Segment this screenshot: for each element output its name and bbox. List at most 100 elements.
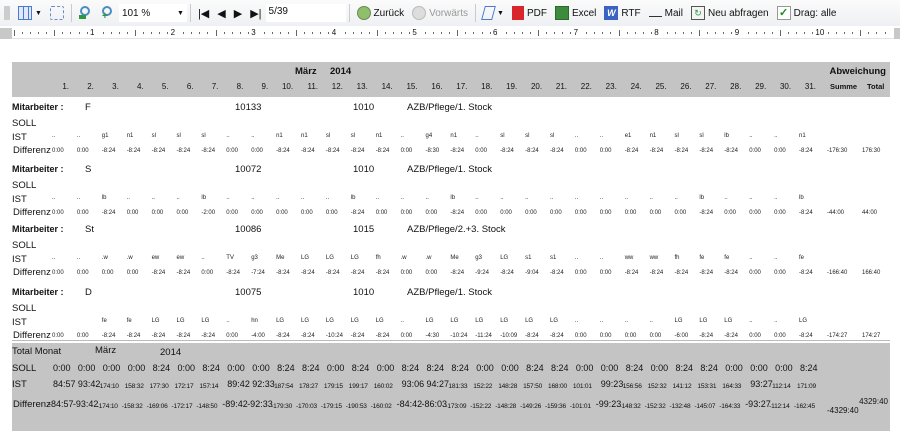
difference-cell: 0:00 [624, 210, 637, 216]
difference-cell: -4:30 [425, 333, 440, 339]
ruler-tick [167, 32, 169, 34]
ruler-tick [683, 32, 684, 34]
divider [12, 340, 890, 341]
print-button[interactable] [0, 2, 14, 24]
zoom-in-button[interactable]: + [97, 2, 119, 24]
zoom-out-button[interactable] [75, 2, 97, 24]
excel-button[interactable]: Excel [551, 2, 600, 24]
difference-cell: 0:00 [749, 210, 761, 216]
ruler-tick [271, 32, 273, 34]
ruler-tick [223, 32, 225, 34]
ruler-tick [876, 32, 878, 34]
total-soll-cell: 8:24 [625, 363, 644, 373]
totals-year: 2014 [160, 347, 182, 358]
printer-icon [4, 6, 10, 20]
day-header: 25. [655, 82, 667, 91]
total-ist-cell: 94:27 [426, 379, 450, 389]
total-difference-cell: -148:28 [495, 403, 517, 410]
deviation-heading: Abweichung [829, 66, 886, 77]
soll-label: SOLL [12, 180, 37, 191]
employee-id: 10072 [235, 164, 262, 175]
ist-label: IST [12, 194, 27, 205]
ist-label: IST [12, 317, 27, 328]
ist-cell: .. [76, 195, 81, 201]
ist-cell: lb [101, 195, 107, 201]
total-ist-cell: 93:27 [750, 379, 773, 389]
ist-cell: s1 [550, 255, 557, 261]
difference-cell: 0:00 [574, 148, 587, 154]
day-header: 18. [481, 82, 493, 91]
difference-cell: 0:00 [52, 148, 64, 154]
unit: AZB/Pflege/1. Stock [407, 102, 493, 113]
layout-dropdown[interactable]: ▼ [14, 2, 46, 24]
ist-cell: fe [126, 318, 132, 324]
forward-button[interactable]: Vorwärts [408, 2, 472, 24]
toolbar: ▼ + 101 % ▼ |◀ ◀ ▶ ▶| 5/39 Zurück Vorwärt… [0, 0, 900, 26]
difference-cell: -8:24 [550, 333, 564, 339]
ruler-tick [529, 32, 531, 34]
first-page-icon: |◀ [197, 7, 210, 20]
difference-cell: 0:00 [574, 333, 587, 339]
difference-cell: -8:24 [674, 148, 689, 154]
total-ist-cell: 99:23 [600, 379, 624, 389]
difference-cell: -8:24 [176, 333, 191, 339]
export-dropdown[interactable]: ▼ [479, 2, 508, 24]
ist-cell: g4 [425, 133, 433, 139]
mail-button[interactable]: Mail [645, 2, 687, 24]
chevron-down-icon: ▼ [35, 9, 42, 17]
back-button[interactable]: Zurück [353, 2, 409, 24]
difference-cell: 0:00 [774, 270, 786, 276]
pdf-icon [511, 6, 524, 20]
drag-label: Drag: alle [793, 7, 837, 19]
ist-cell: sl [325, 133, 331, 139]
ruler-tick [691, 32, 692, 34]
last-page-button[interactable]: ▶| [246, 2, 265, 24]
rtf-button[interactable]: W RTF [600, 2, 644, 24]
difference-cell: 0:00 [500, 210, 512, 216]
ist-cell: LG [201, 318, 210, 324]
total-difference-cell: -160:02 [370, 403, 392, 410]
ist-cell: .. [226, 318, 230, 324]
summe-cell: -176:30 [827, 148, 848, 154]
next-page-button[interactable]: ▶ [230, 2, 246, 24]
ruler-tick [344, 32, 346, 34]
forward-label: Vorwärts [429, 7, 468, 19]
ist-cell: lb [724, 133, 729, 139]
ist-cell: LG [325, 255, 334, 261]
difference-cell: -8:24 [276, 270, 290, 276]
ist-cell: .. [425, 195, 429, 201]
ruler-tick [102, 32, 104, 34]
ist-cell: .. [624, 195, 629, 201]
employee-label: Mitarbeiter : [12, 287, 64, 297]
total-difference-cell: -149:26 [520, 403, 542, 410]
difference-cell: 0:00 [76, 210, 89, 216]
drag-checkbox[interactable]: ✓ Drag: alle [773, 2, 841, 24]
pdf-button[interactable]: PDF [508, 2, 551, 24]
requery-button[interactable]: ↻ Neu abfragen [687, 2, 773, 24]
difference-cell: -9:04 [525, 270, 539, 276]
page-number-input[interactable]: 5/39 [265, 4, 346, 22]
ist-cell: .. [599, 255, 604, 261]
ruler-tick [110, 32, 112, 34]
ruler-tick [554, 32, 555, 34]
first-page-button[interactable]: |◀ [194, 2, 213, 24]
difference-cell: -8:24 [649, 148, 664, 154]
separator [70, 4, 72, 22]
soll-label: SOLL [12, 240, 37, 251]
ist-cell: lb [699, 195, 705, 201]
day-header: 21. [555, 82, 567, 91]
total-soll-cell: 8:24 [675, 363, 694, 373]
ist-cell: LG [799, 318, 808, 324]
zoom-select[interactable]: 101 % ▼ [118, 4, 187, 22]
difference-cell: -8:24 [151, 333, 166, 339]
ist-cell: .. [500, 195, 504, 201]
total-ist-cell: 112:14 [772, 383, 791, 390]
ruler-tick [747, 32, 749, 34]
page-setup-button[interactable] [46, 2, 68, 24]
ist-cell: s1 [525, 255, 532, 261]
ist-cell: .. [749, 318, 753, 324]
previous-page-button[interactable]: ◀ [213, 2, 229, 24]
ruler-tick [763, 32, 765, 34]
total-soll-cell: 8:24 [800, 363, 818, 373]
day-header: 20. [530, 82, 543, 91]
